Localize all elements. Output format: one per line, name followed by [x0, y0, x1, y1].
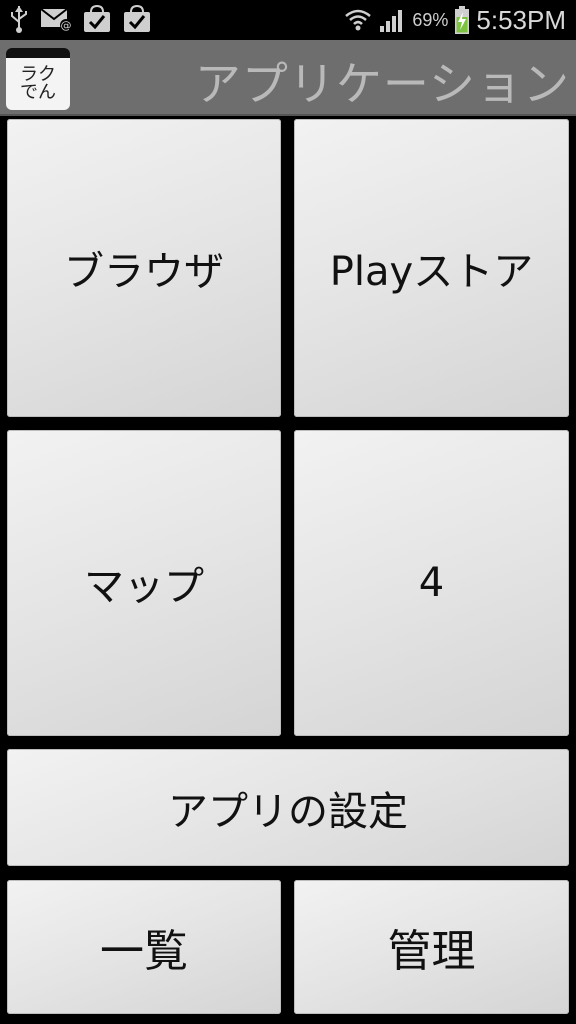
signal-icon	[378, 5, 406, 35]
maps-button[interactable]: マップ	[7, 430, 281, 736]
title-bar: ラク でん アプリケーション	[0, 40, 576, 116]
shopping-bag-check-icon	[82, 4, 112, 34]
manage-button[interactable]: 管理	[294, 880, 569, 1014]
shopping-bag-check-icon	[122, 4, 152, 34]
battery-percent: 69%	[412, 9, 449, 30]
battery-charging-icon	[454, 5, 470, 35]
status-right: 69% 5:53PM	[344, 2, 566, 38]
list-label: 一覧	[100, 926, 188, 977]
status-bar: @ 69% 5:53PM	[0, 0, 576, 40]
app-settings-label: アプリの設定	[168, 788, 408, 835]
maps-label: マップ	[84, 564, 204, 610]
browser-button[interactable]: ブラウザ	[7, 119, 281, 417]
slot-4-label: 4	[418, 560, 445, 606]
clock: 5:53PM	[476, 4, 566, 35]
wifi-icon	[344, 5, 372, 35]
play-store-label: Playストア	[329, 249, 534, 295]
page-title: アプリケーション	[194, 57, 570, 111]
svg-text:@: @	[61, 19, 72, 32]
status-left-icons: @	[8, 4, 152, 34]
browser-label: ブラウザ	[64, 249, 224, 295]
mail-icon: @	[40, 4, 72, 34]
app-logo[interactable]: ラク でん	[6, 48, 70, 110]
slot-4-button[interactable]: 4	[294, 430, 569, 736]
list-button[interactable]: 一覧	[7, 880, 281, 1014]
usb-icon	[8, 4, 30, 34]
logo-text-line2: でん	[20, 82, 56, 103]
app-settings-button[interactable]: アプリの設定	[7, 749, 569, 866]
play-store-button[interactable]: Playストア	[294, 119, 569, 417]
manage-label: 管理	[387, 926, 476, 977]
